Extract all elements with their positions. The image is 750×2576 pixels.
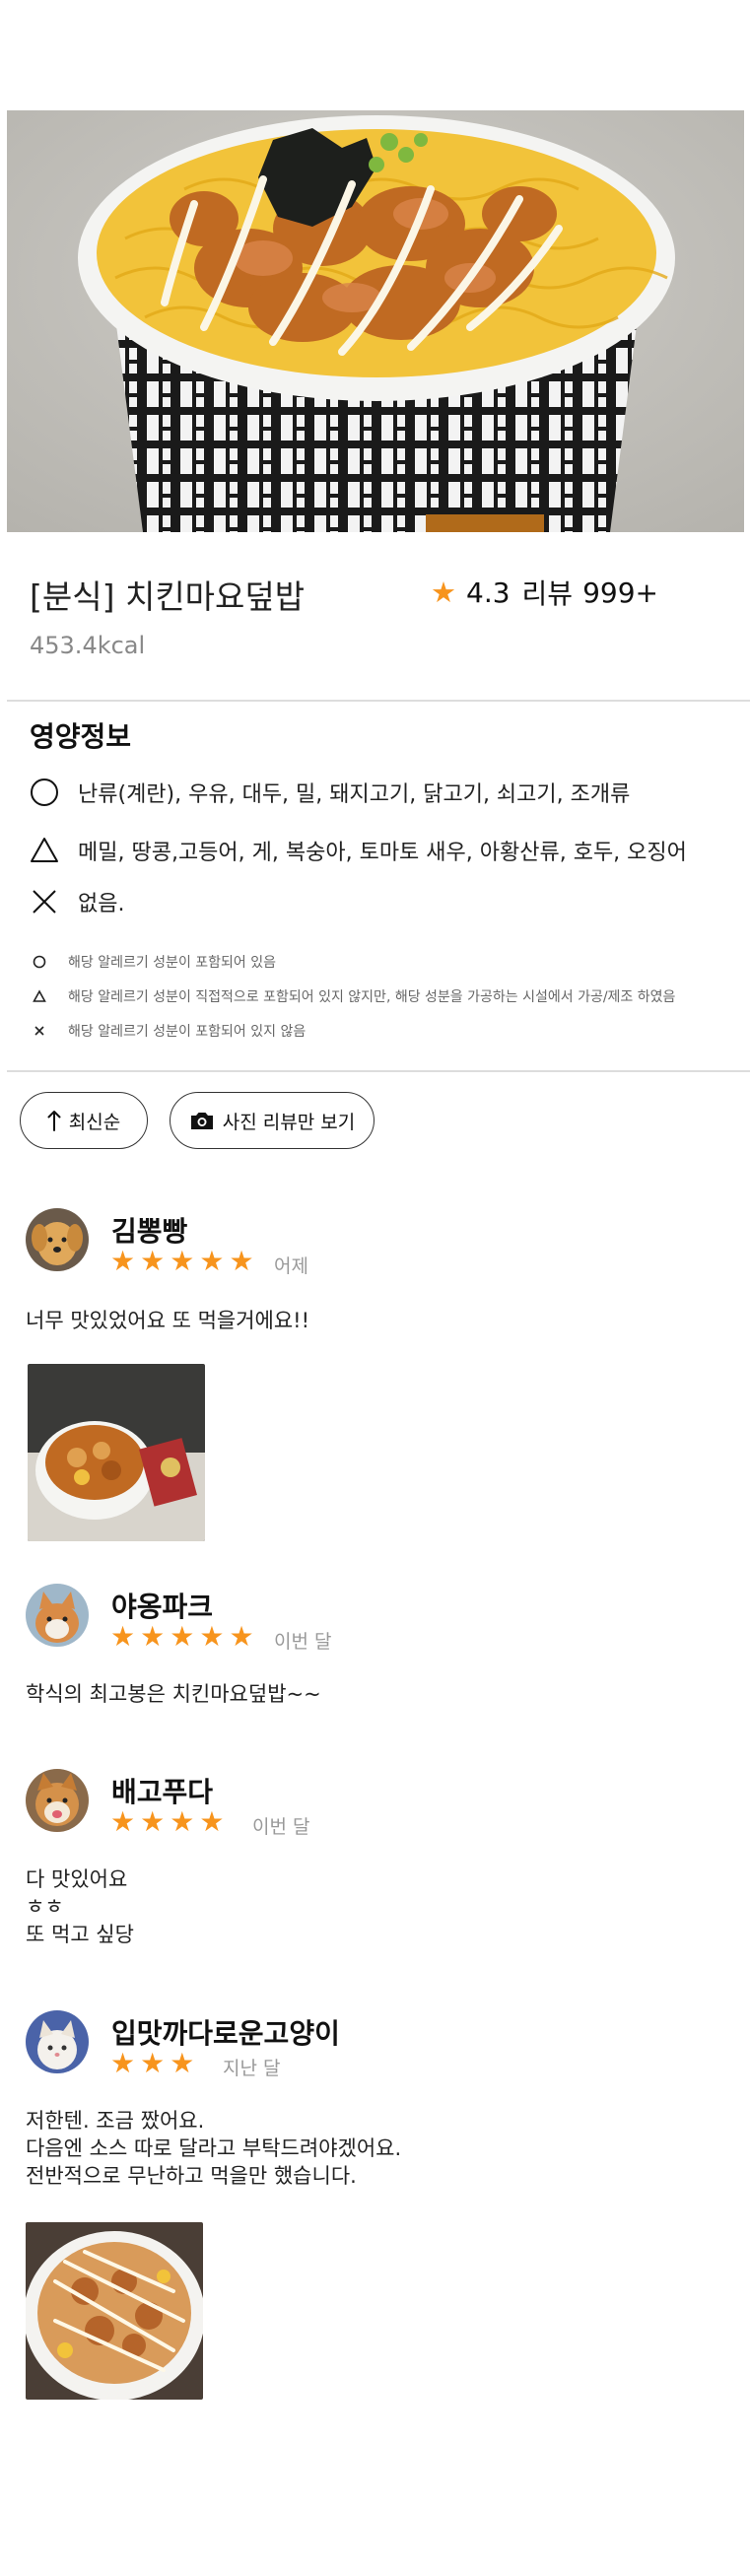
rating-summary: ★ 4.3 리뷰 999+ xyxy=(431,573,658,612)
star-rating: ★ ★ ★ ★ xyxy=(110,1808,229,1836)
review-date: 어제 xyxy=(274,1255,308,1277)
photo-review-only-label: 사진 리뷰만 보기 xyxy=(222,1111,356,1133)
product-kcal: 453.4kcal xyxy=(30,632,146,659)
review-text-line: 저한텐. 조금 짰어요. xyxy=(26,2109,205,2133)
reviewer-name: 배고푸다 xyxy=(111,1776,214,1808)
star-icon: ★ xyxy=(170,1805,195,1838)
review-label: 리뷰 xyxy=(521,577,574,610)
review-date: 이번 달 xyxy=(252,1816,310,1838)
star-icon: ★ xyxy=(431,576,456,609)
hero-food-image xyxy=(7,110,744,532)
review-text-line: 다 맛있어요 xyxy=(26,1867,128,1891)
divider xyxy=(7,700,750,702)
star-icon: ★ xyxy=(199,1245,225,1277)
divider xyxy=(7,1070,750,1072)
avatar[interactable] xyxy=(26,1584,89,1647)
triangle-icon xyxy=(28,834,61,867)
avatar[interactable] xyxy=(26,1208,89,1271)
avatar[interactable] xyxy=(26,2010,89,2073)
review-text-line: 또 먹고 싶당 xyxy=(26,1923,134,1946)
star-icon: ★ xyxy=(110,2047,136,2079)
nutrition-title: 영양정보 xyxy=(30,720,132,753)
review-text-line: 너무 맛있었어요 또 먹을거에요!! xyxy=(26,1309,310,1332)
star-icon: ★ xyxy=(110,1620,136,1653)
sort-latest-label: 최신순 xyxy=(68,1111,121,1133)
legend-cross-text: 해당 알레르기 성분이 포함되어 있지 않음 xyxy=(68,1024,307,1040)
cross-icon xyxy=(28,885,61,918)
star-icon: ★ xyxy=(110,1245,136,1277)
circle-icon xyxy=(31,953,48,971)
allergen-none-row: 없음. xyxy=(28,885,124,918)
star-icon: ★ xyxy=(140,1805,166,1838)
star-icon: ★ xyxy=(229,1245,254,1277)
star-icon: ★ xyxy=(140,1620,166,1653)
allergen-none-text: 없음. xyxy=(78,892,125,916)
avatar[interactable] xyxy=(26,1769,89,1832)
allergen-contains-row: 난류(계란), 우유, 대두, 밀, 돼지고기, 닭고기, 쇠고기, 조개류 xyxy=(28,776,630,809)
star-icon: ★ xyxy=(140,1245,166,1277)
product-header: [분식] 치킨마요덮밥 ★ 4.3 리뷰 999+ xyxy=(30,567,719,616)
triangle-icon xyxy=(31,987,48,1005)
star-icon: ★ xyxy=(170,1245,195,1277)
photo-review-only-button[interactable]: 사진 리뷰만 보기 xyxy=(170,1092,375,1149)
camera-icon xyxy=(189,1110,215,1131)
star-icon: ★ xyxy=(140,2047,166,2079)
legend-triangle-row: 해당 알레르기 성분이 직접적으로 포함되어 있지 않지만, 해당 성분을 가공… xyxy=(31,986,675,1006)
star-rating: ★ ★ ★ xyxy=(110,2050,199,2077)
reviewer-name: 김뽕빵 xyxy=(111,1215,188,1248)
review-text-line: 학식의 최고봉은 치킨마요덮밥~~ xyxy=(26,1682,321,1706)
review-date: 지난 달 xyxy=(223,2058,281,2079)
review-date: 이번 달 xyxy=(274,1631,332,1653)
legend-cross-row: 해당 알레르기 성분이 포함되어 있지 않음 xyxy=(31,1021,306,1041)
review-text: 저한텐. 조금 짰어요. 다음엔 소스 따로 달라고 부탁드려야겠어요. 전반적… xyxy=(26,2107,401,2190)
review-text-line: ㅎㅎ xyxy=(26,1895,64,1919)
review-text-line: 전반적으로 무난하고 먹을만 했습니다. xyxy=(26,2164,357,2188)
star-icon: ★ xyxy=(199,1805,225,1838)
cross-icon xyxy=(31,1022,48,1040)
product-name: [분식] 치킨마요덮밥 xyxy=(30,577,306,616)
circle-icon xyxy=(28,776,61,809)
allergen-contains-text: 난류(계란), 우유, 대두, 밀, 돼지고기, 닭고기, 쇠고기, 조개류 xyxy=(78,782,631,807)
legend-circle-row: 해당 알레르기 성분이 포함되어 있음 xyxy=(31,952,276,972)
review-text: 학식의 최고봉은 치킨마요덮밥~~ xyxy=(26,1680,321,1708)
review-count: 999+ xyxy=(582,576,658,609)
legend-circle-text: 해당 알레르기 성분이 포함되어 있음 xyxy=(68,955,276,971)
reviewer-name: 입맛까다로운고양이 xyxy=(111,2017,340,2050)
star-icon: ★ xyxy=(110,1805,136,1838)
reviewer-name: 야옹파크 xyxy=(111,1591,214,1623)
review-text: 다 맛있어요 ㅎㅎ 또 먹고 싶당 xyxy=(26,1865,134,1948)
star-icon: ★ xyxy=(170,2047,195,2079)
allergen-cross-contact-row: 메밀, 땅콩,고등어, 게, 복숭아, 토마토 새우, 아황산류, 호두, 오징… xyxy=(28,834,687,867)
star-icon: ★ xyxy=(199,1620,225,1653)
review-photo[interactable] xyxy=(28,1364,205,1541)
review-photo[interactable] xyxy=(26,2222,203,2400)
star-icon: ★ xyxy=(170,1620,195,1653)
star-rating: ★ ★ ★ ★ ★ xyxy=(110,1248,259,1275)
review-text-line: 다음엔 소스 따로 달라고 부탁드려야겠어요. xyxy=(26,2136,402,2160)
star-icon: ★ xyxy=(229,1620,254,1653)
rating-value: 4.3 xyxy=(466,576,511,609)
sort-latest-button[interactable]: 최신순 xyxy=(20,1092,148,1149)
allergen-cross-contact-text: 메밀, 땅콩,고등어, 게, 복숭아, 토마토 새우, 아황산류, 호두, 오징… xyxy=(78,841,687,865)
star-rating: ★ ★ ★ ★ ★ xyxy=(110,1623,259,1651)
review-text: 너무 맛있었어요 또 먹을거에요!! xyxy=(26,1307,309,1334)
legend-triangle-text: 해당 알레르기 성분이 직접적으로 포함되어 있지 않지만, 해당 성분을 가공… xyxy=(68,989,676,1005)
arrow-up-icon xyxy=(47,1109,61,1132)
